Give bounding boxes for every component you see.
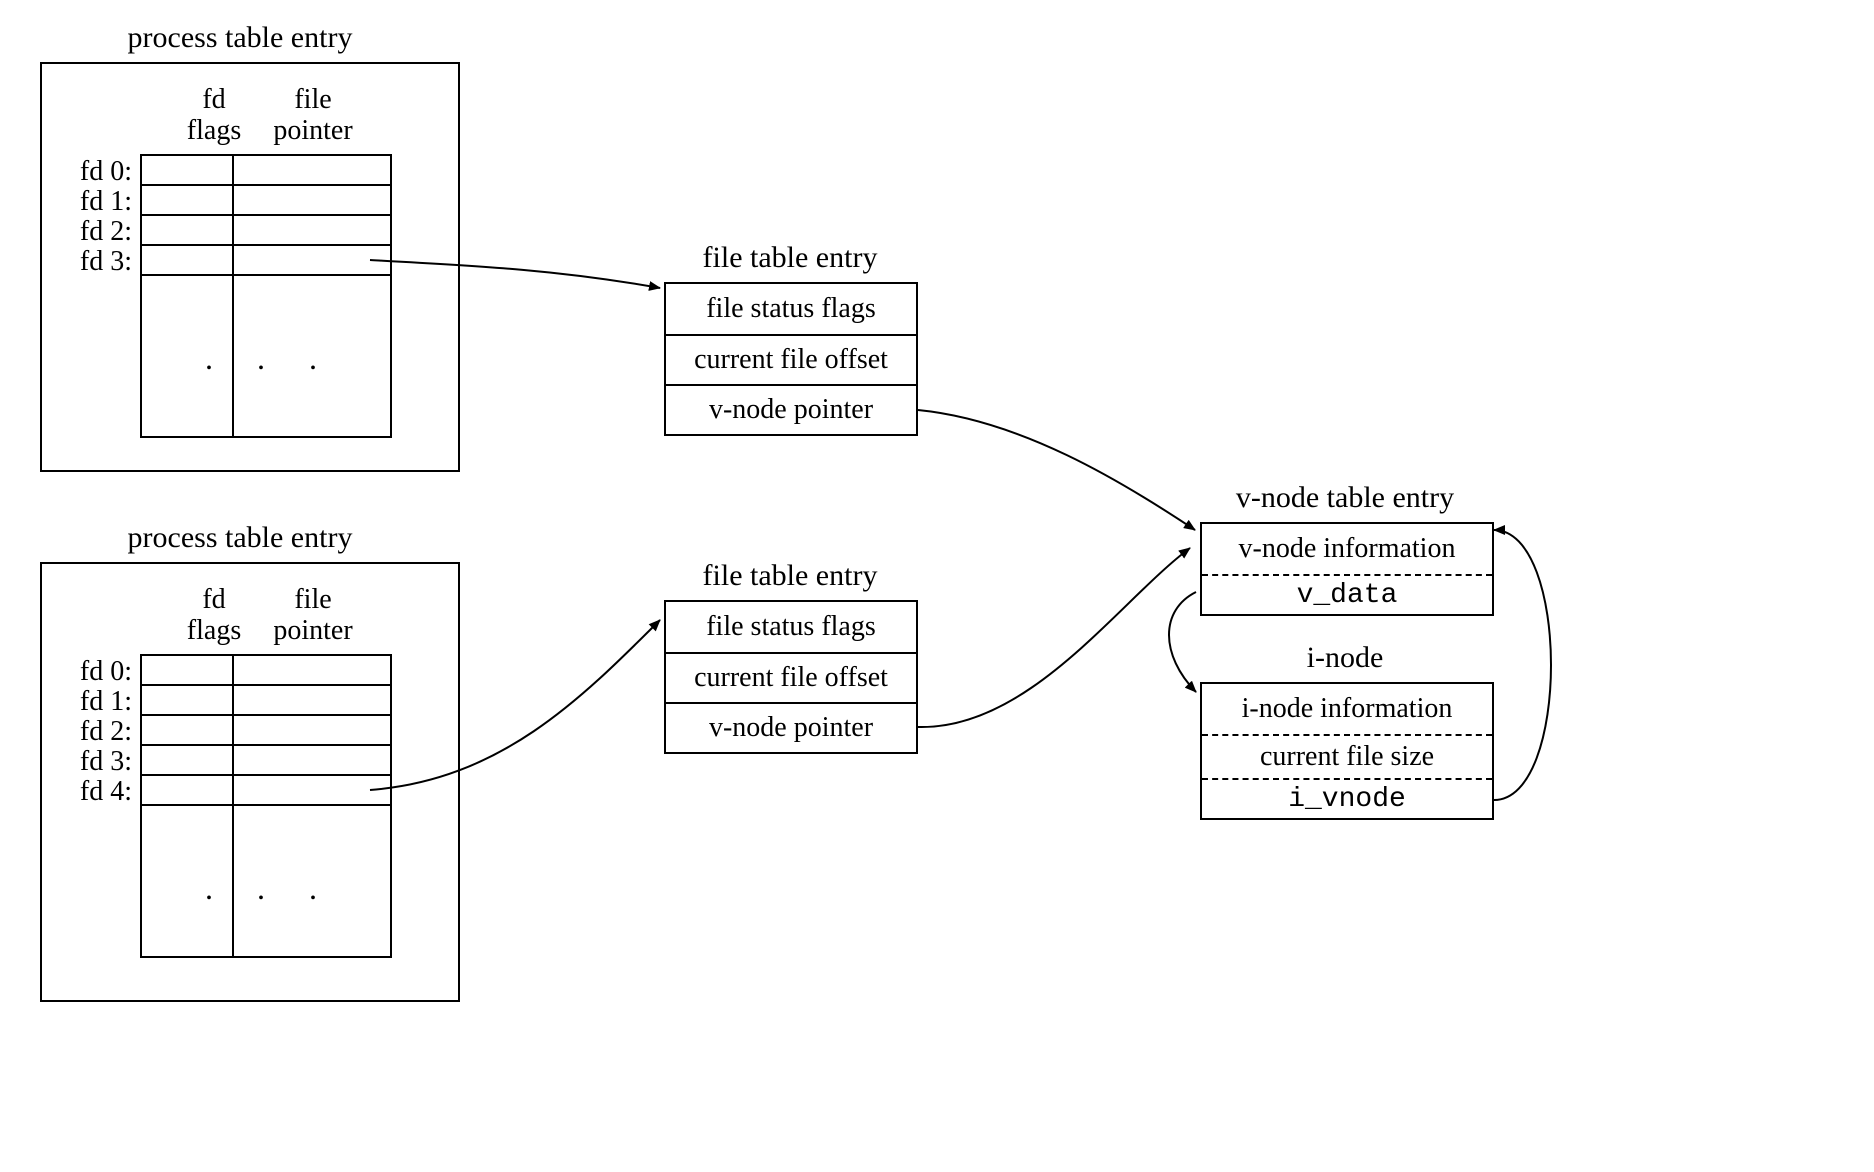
inode-info: i-node information [1202, 684, 1492, 734]
proc2-fd0-label: fd 0: [60, 656, 132, 688]
proc2-col-flags: fd flags [180, 585, 248, 647]
inode-size: current file size [1202, 734, 1492, 778]
file-table1-status: file status flags [666, 284, 916, 334]
proc1-fd2-label: fd 2: [60, 216, 132, 248]
proc1-fd1-label: fd 1: [60, 186, 132, 218]
proc1-fd3-label: fd 3: [60, 246, 132, 278]
proc1-col-pointer: file pointer [258, 85, 368, 147]
proc1-title: process table entry [80, 20, 400, 56]
proc2-fd2-label: fd 2: [60, 716, 132, 748]
file-table1-title: file table entry [660, 240, 920, 276]
vnode-info: v-node information [1202, 524, 1492, 574]
proc1-fd-table [140, 154, 392, 438]
proc1-fd0-label: fd 0: [60, 156, 132, 188]
proc1-fd-row-1 [142, 186, 390, 216]
proc2-fd-table [140, 654, 392, 958]
proc2-fd3-label: fd 3: [60, 746, 132, 778]
file-table2-title: file table entry [660, 558, 920, 594]
proc2-col-pointer: file pointer [258, 585, 368, 647]
arrow-vdata-to-inode [1169, 592, 1196, 692]
proc2-fd-row-2 [142, 716, 390, 746]
vnode-table: v-node information v_data [1200, 522, 1494, 616]
proc1-col-flags: fd flags [180, 85, 248, 147]
proc1-fd-row-0 [142, 156, 390, 186]
proc2-fd-row-3 [142, 746, 390, 776]
inode-title: i-node [1200, 640, 1490, 676]
proc2-fd4-label: fd 4: [60, 776, 132, 808]
file-table2: file status flags current file offset v-… [664, 600, 918, 754]
file-table2-status: file status flags [666, 602, 916, 652]
inode-table: i-node information current file size i_v… [1200, 682, 1494, 820]
file-table2-vnode-ptr: v-node pointer [666, 702, 916, 752]
vnode-vdata: v_data [1202, 574, 1492, 614]
arrow-filetable1-to-vnode [918, 410, 1195, 530]
proc2-fd1-label: fd 1: [60, 686, 132, 718]
inode-ivnode: i_vnode [1202, 778, 1492, 818]
file-table1-offset: current file offset [666, 334, 916, 384]
file-table1-vnode-ptr: v-node pointer [666, 384, 916, 434]
vnode-title: v-node table entry [1190, 480, 1500, 516]
file-table2-offset: current file offset [666, 652, 916, 702]
proc1-ellipsis: . . . [180, 340, 360, 377]
arrow-ivnode-to-vnode [1494, 530, 1551, 800]
proc2-fd-row-0 [142, 656, 390, 686]
proc2-title: process table entry [80, 520, 400, 556]
file-table1: file status flags current file offset v-… [664, 282, 918, 436]
proc2-ellipsis: . . . [180, 870, 360, 907]
arrow-filetable2-to-vnode [918, 548, 1190, 727]
proc2-fd-row-1 [142, 686, 390, 716]
proc2-fd-row-4 [142, 776, 390, 806]
proc1-fd-row-2 [142, 216, 390, 246]
proc1-fd-row-3 [142, 246, 390, 276]
